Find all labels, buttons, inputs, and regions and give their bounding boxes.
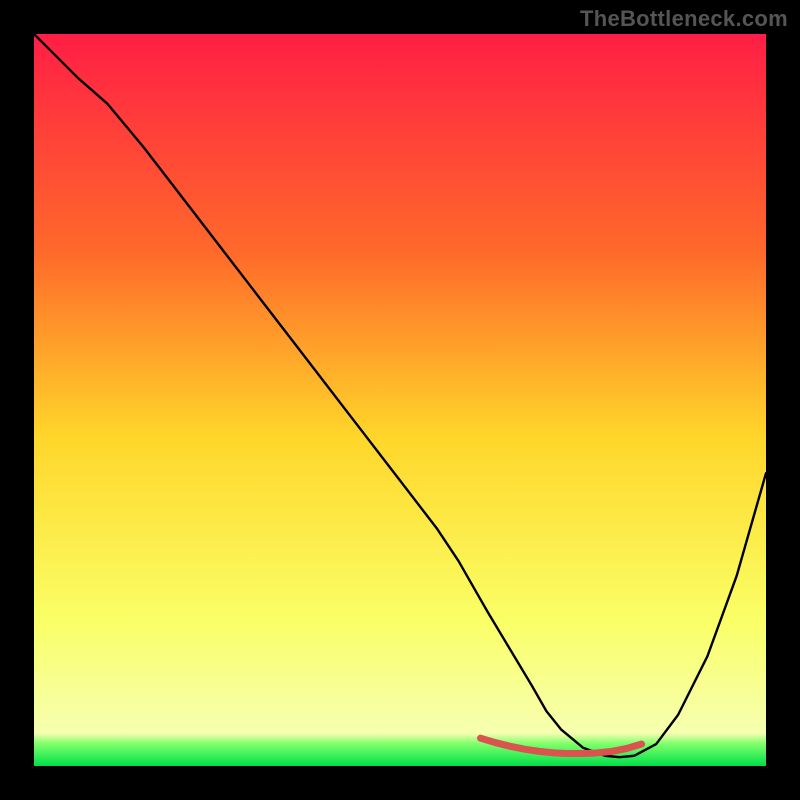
chart-frame: TheBottleneck.com bbox=[0, 0, 800, 800]
plot-area bbox=[34, 34, 766, 766]
watermark-text: TheBottleneck.com bbox=[580, 6, 788, 32]
gradient-background bbox=[34, 34, 766, 766]
chart-svg bbox=[34, 34, 766, 766]
